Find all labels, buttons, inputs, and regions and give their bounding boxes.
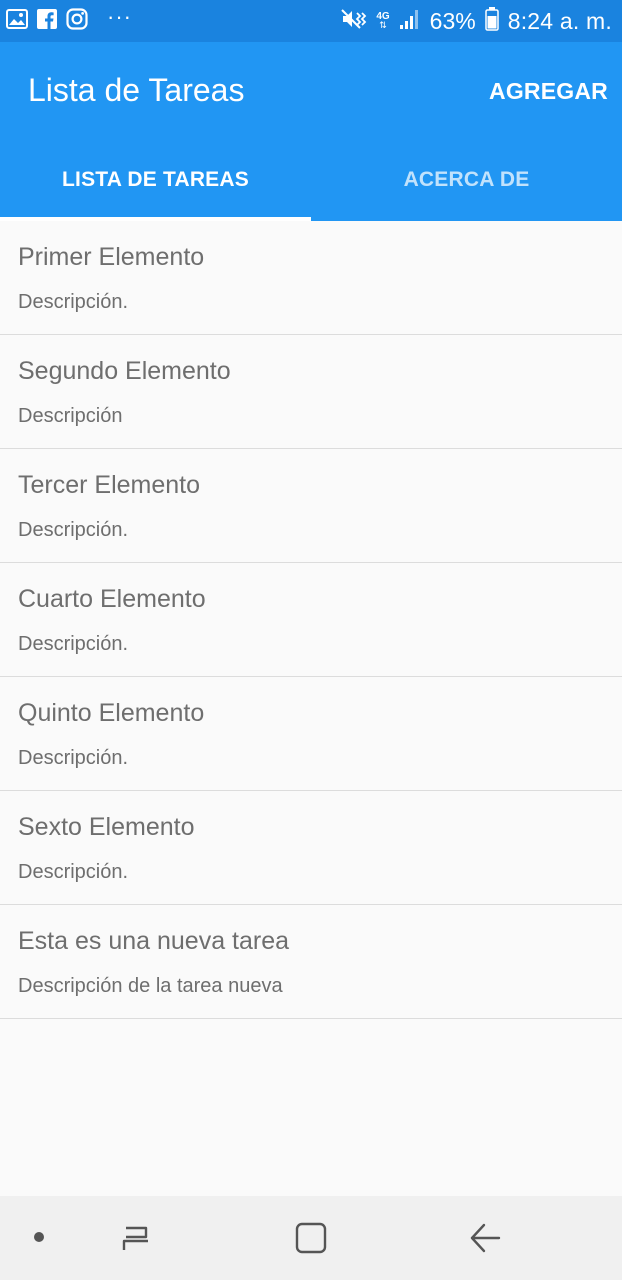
tab-task-list[interactable]: LISTA DE TAREAS: [0, 142, 311, 221]
navigation-bar: [0, 1196, 622, 1280]
signal-icon: [399, 8, 421, 35]
task-title: Esta es una nueva tarea: [18, 927, 290, 955]
add-task-button[interactable]: AGREGAR: [489, 78, 608, 105]
task-item[interactable]: Cuarto Elemento Descripción.: [0, 563, 622, 677]
task-title: Sexto Elemento: [18, 813, 195, 841]
facebook-icon: [37, 8, 57, 34]
task-title: Tercer Elemento: [18, 471, 201, 499]
app-title: Lista de Tareas: [28, 72, 245, 108]
status-overflow-dots: ···: [107, 4, 132, 29]
home-icon[interactable]: [295, 1222, 327, 1259]
status-bar: ··· 4G ⇅ 63% 8:24 a. m.: [0, 0, 622, 42]
task-item[interactable]: Sexto Elemento Descripción.: [0, 791, 622, 905]
instagram-icon: [66, 7, 88, 35]
status-right: 4G ⇅ 63% 8:24 a. m.: [341, 6, 612, 36]
task-description: Descripción.: [18, 861, 129, 883]
battery-icon: [484, 6, 499, 36]
task-description: Descripción: [18, 405, 123, 427]
task-item[interactable]: Primer Elemento Descripción.: [0, 221, 622, 335]
data-arrows-icon: ⇅: [379, 20, 387, 30]
recent-apps-icon[interactable]: [120, 1224, 154, 1257]
task-item[interactable]: Segundo Elemento Descripción: [0, 335, 622, 449]
task-item[interactable]: Esta es una nueva tarea Descripción de l…: [0, 905, 622, 1019]
vibrate-mute-icon: [341, 8, 367, 35]
task-title: Cuarto Elemento: [18, 585, 206, 613]
gallery-icon: [6, 8, 28, 34]
task-item[interactable]: Tercer Elemento Descripción.: [0, 449, 622, 563]
status-left: ···: [6, 6, 132, 36]
back-icon[interactable]: [468, 1222, 502, 1259]
task-description: Descripción.: [18, 291, 129, 313]
tab-bar: LISTA DE TAREAS ACERCA DE: [0, 142, 622, 221]
tab-about-label: ACERCA DE: [403, 167, 530, 191]
task-list: Primer Elemento Descripción. Segundo Ele…: [0, 221, 622, 1019]
status-time: 8:24 a. m.: [507, 7, 612, 34]
task-description: Descripción.: [18, 747, 129, 769]
nav-dot-indicator: [34, 1232, 44, 1242]
battery-percent: 63%: [429, 7, 476, 34]
task-description: Descripción.: [18, 519, 129, 541]
task-title: Quinto Elemento: [18, 699, 205, 727]
network-icon: 4G ⇅: [376, 12, 389, 30]
tab-about[interactable]: ACERCA DE: [311, 142, 622, 221]
task-title: Segundo Elemento: [18, 357, 231, 385]
tab-task-list-label: LISTA DE TAREAS: [62, 167, 249, 191]
task-title: Primer Elemento: [18, 243, 205, 271]
app-bar: Lista de Tareas AGREGAR: [0, 42, 622, 142]
task-item[interactable]: Quinto Elemento Descripción.: [0, 677, 622, 791]
task-description: Descripción de la tarea nueva: [18, 975, 283, 997]
task-description: Descripción.: [18, 633, 129, 655]
